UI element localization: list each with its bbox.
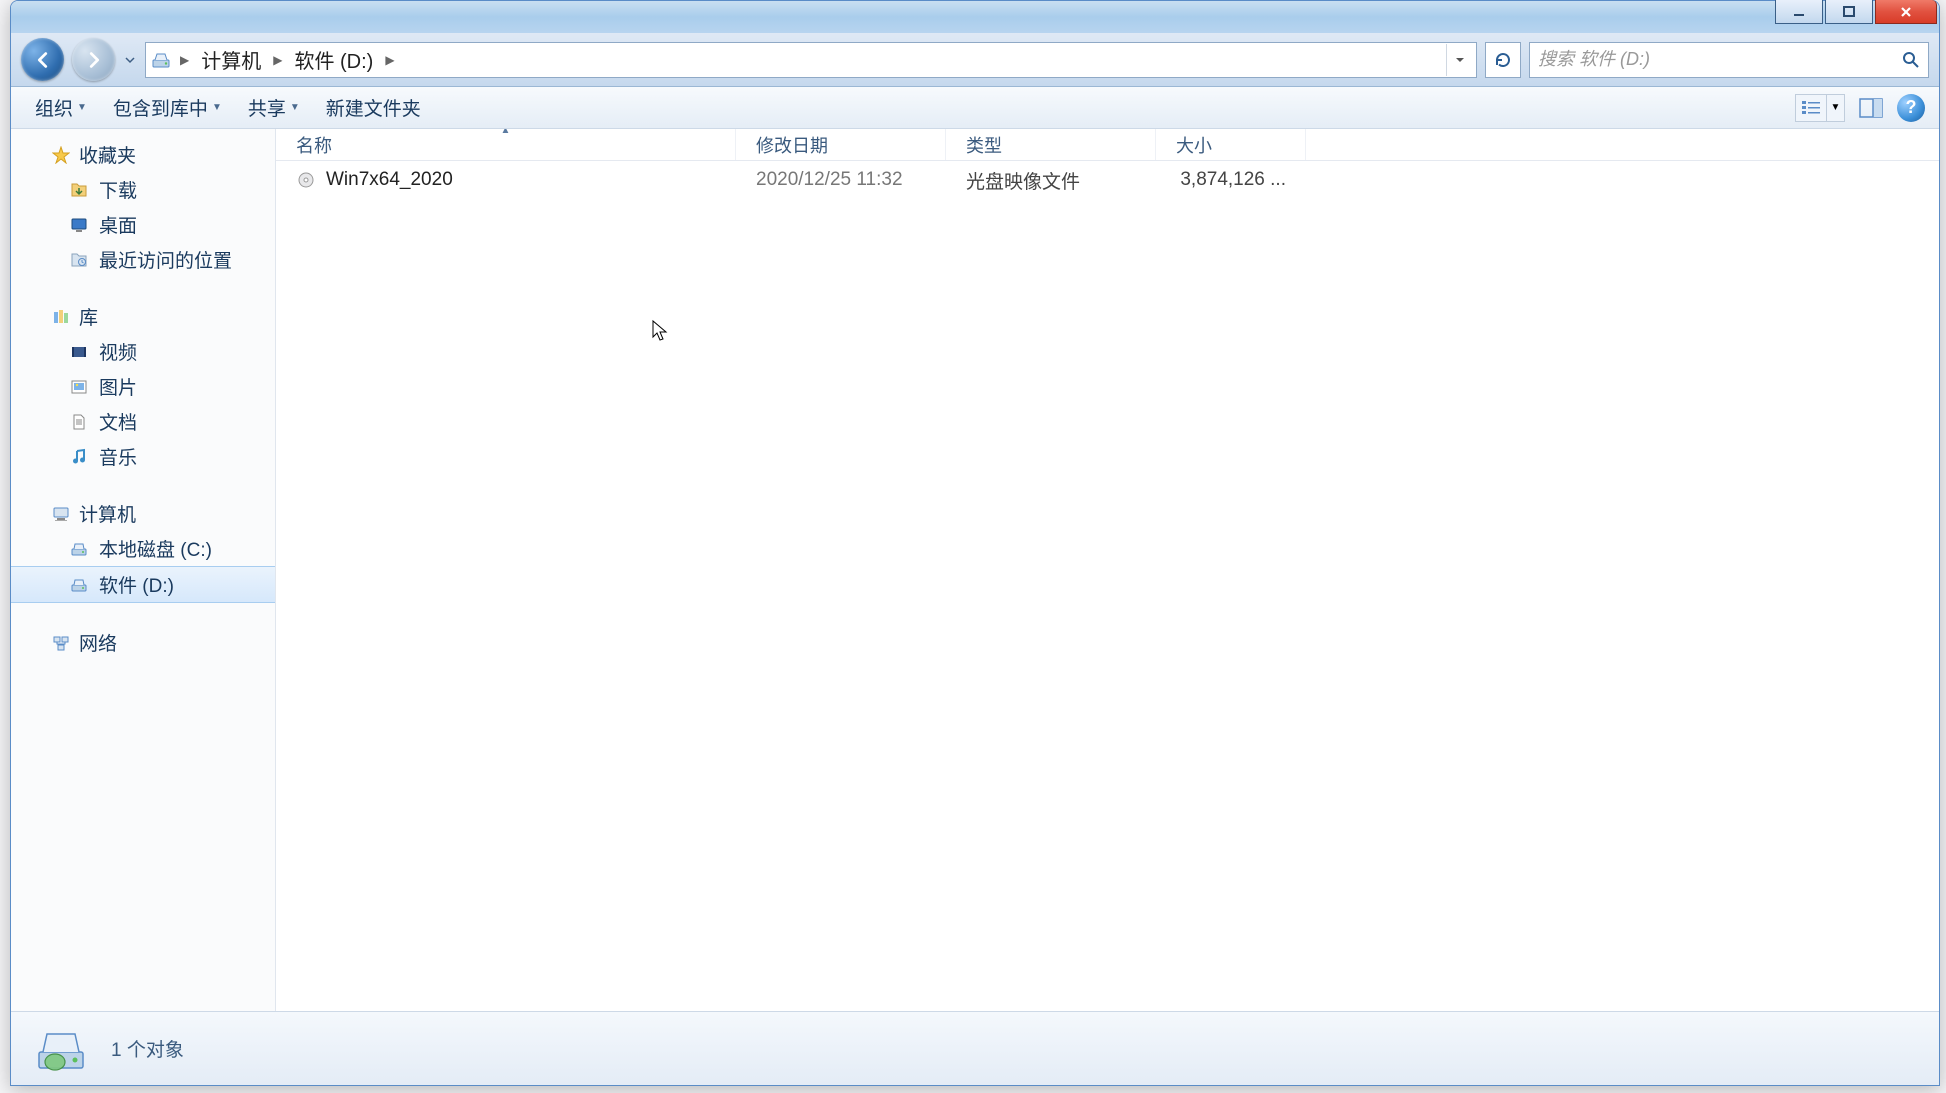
breadcrumb-sep-icon: ▶ xyxy=(271,53,284,67)
breadcrumb-sep-icon: ▶ xyxy=(383,53,396,67)
sidebar-item-recent[interactable]: 最近访问的位置 xyxy=(11,242,275,277)
column-label: 类型 xyxy=(966,132,1002,158)
star-icon xyxy=(51,145,71,165)
chevron-down-icon: ▼ xyxy=(77,102,87,113)
new-folder-button[interactable]: 新建文件夹 xyxy=(316,90,431,125)
status-text: 1 个对象 xyxy=(111,1035,184,1062)
video-icon xyxy=(69,342,89,362)
file-name: Win7x64_2020 xyxy=(326,169,453,191)
recent-icon xyxy=(69,250,89,270)
breadcrumb-computer[interactable]: 计算机 xyxy=(197,43,265,76)
sidebar-libraries-label: 库 xyxy=(79,303,98,330)
explorer-window: ▶ 计算机 ▶ 软件 (D:) ▶ xyxy=(10,0,1940,1086)
sidebar-computer-label: 计算机 xyxy=(79,500,136,527)
include-label: 包含到库中 xyxy=(113,94,208,121)
computer-icon xyxy=(51,504,71,524)
nav-history-dropdown[interactable] xyxy=(123,54,137,66)
file-type: 光盘映像文件 xyxy=(946,167,1156,194)
breadcrumb-sep-icon: ▶ xyxy=(178,53,191,67)
music-icon xyxy=(69,447,89,467)
sidebar-item-label: 最近访问的位置 xyxy=(99,246,232,273)
mouse-cursor-icon xyxy=(651,319,669,343)
share-label: 共享 xyxy=(248,94,286,121)
column-header-date[interactable]: 修改日期 xyxy=(736,129,946,160)
column-label: 大小 xyxy=(1176,132,1212,158)
refresh-button[interactable] xyxy=(1485,42,1521,78)
column-label: 修改日期 xyxy=(756,132,828,158)
libraries-icon xyxy=(51,307,71,327)
address-row: ▶ 计算机 ▶ 软件 (D:) ▶ xyxy=(11,33,1939,87)
drive-icon xyxy=(69,539,89,559)
include-in-library-menu[interactable]: 包含到库中 ▼ xyxy=(103,90,232,125)
sidebar-favorites-header[interactable]: 收藏夹 xyxy=(11,137,275,172)
document-icon xyxy=(69,412,89,432)
sidebar-item-label: 下载 xyxy=(99,176,137,203)
sidebar-item-pictures[interactable]: 图片 xyxy=(11,369,275,404)
column-header-name[interactable]: 名称 ▲ xyxy=(276,129,736,160)
network-icon xyxy=(51,633,71,653)
chevron-down-icon: ▼ xyxy=(1826,95,1844,121)
minimize-button[interactable] xyxy=(1775,0,1823,24)
sidebar-item-music[interactable]: 音乐 xyxy=(11,439,275,474)
address-dropdown[interactable] xyxy=(1446,44,1472,76)
close-button[interactable] xyxy=(1875,0,1937,24)
sidebar-computer-header[interactable]: 计算机 xyxy=(11,496,275,531)
share-menu[interactable]: 共享 ▼ xyxy=(238,90,310,125)
new-folder-label: 新建文件夹 xyxy=(326,94,421,121)
titlebar xyxy=(11,1,1939,33)
back-button[interactable] xyxy=(21,38,64,81)
toolbar: 组织 ▼ 包含到库中 ▼ 共享 ▼ 新建文件夹 ▼ xyxy=(11,87,1939,129)
sidebar-item-label: 图片 xyxy=(99,373,137,400)
sidebar-item-label: 音乐 xyxy=(99,443,137,470)
navigation-pane: 收藏夹 下载 桌面 最 xyxy=(11,129,276,1011)
drive-large-icon xyxy=(31,1021,91,1077)
sidebar-item-videos[interactable]: 视频 xyxy=(11,334,275,369)
drive-icon xyxy=(69,575,89,595)
column-label: 名称 xyxy=(296,132,332,158)
sidebar-item-label: 文档 xyxy=(99,408,137,435)
column-header-type[interactable]: 类型 xyxy=(946,129,1156,160)
help-button[interactable]: ? xyxy=(1897,94,1925,122)
sidebar-libraries-header[interactable]: 库 xyxy=(11,299,275,334)
view-mode-button[interactable]: ▼ xyxy=(1795,94,1845,122)
address-bar[interactable]: ▶ 计算机 ▶ 软件 (D:) ▶ xyxy=(145,42,1477,78)
sidebar-item-label: 视频 xyxy=(99,338,137,365)
breadcrumb-drive-d[interactable]: 软件 (D:) xyxy=(290,43,377,76)
organize-label: 组织 xyxy=(35,94,73,121)
sidebar-item-downloads[interactable]: 下载 xyxy=(11,172,275,207)
sidebar-item-drive-d[interactable]: 软件 (D:) xyxy=(11,566,275,603)
disc-image-icon xyxy=(296,170,316,190)
organize-menu[interactable]: 组织 ▼ xyxy=(25,90,97,125)
sidebar-item-label: 本地磁盘 (C:) xyxy=(99,535,212,562)
file-size: 3,874,126 ... xyxy=(1156,169,1306,191)
column-headers: 名称 ▲ 修改日期 类型 大小 xyxy=(276,129,1939,161)
maximize-button[interactable] xyxy=(1825,0,1873,24)
downloads-icon xyxy=(69,180,89,200)
sidebar-item-label: 软件 (D:) xyxy=(99,571,174,598)
sidebar-favorites-label: 收藏夹 xyxy=(79,141,136,168)
status-bar: 1 个对象 xyxy=(11,1011,1939,1085)
sidebar-item-drive-c[interactable]: 本地磁盘 (C:) xyxy=(11,531,275,566)
view-list-icon xyxy=(1796,95,1826,121)
file-row[interactable]: Win7x64_2020 2020/12/25 11:32 光盘映像文件 3,8… xyxy=(276,161,1939,199)
drive-icon xyxy=(150,49,172,71)
search-input[interactable] xyxy=(1538,49,1902,70)
column-header-size[interactable]: 大小 xyxy=(1156,129,1306,160)
sort-ascending-icon: ▲ xyxy=(501,129,511,136)
picture-icon xyxy=(69,377,89,397)
file-list-pane: 名称 ▲ 修改日期 类型 大小 Win7x64_2020 xyxy=(276,129,1939,1011)
file-date: 2020/12/25 11:32 xyxy=(736,169,946,191)
chevron-down-icon: ▼ xyxy=(290,102,300,113)
preview-pane-button[interactable] xyxy=(1855,94,1887,122)
sidebar-item-desktop[interactable]: 桌面 xyxy=(11,207,275,242)
sidebar-network-header[interactable]: 网络 xyxy=(11,625,275,660)
chevron-down-icon: ▼ xyxy=(212,102,222,113)
search-icon xyxy=(1902,51,1920,69)
sidebar-item-documents[interactable]: 文档 xyxy=(11,404,275,439)
sidebar-network-label: 网络 xyxy=(79,629,117,656)
forward-button[interactable] xyxy=(72,38,115,81)
desktop-icon xyxy=(69,215,89,235)
sidebar-item-label: 桌面 xyxy=(99,211,137,238)
search-box[interactable] xyxy=(1529,42,1929,78)
